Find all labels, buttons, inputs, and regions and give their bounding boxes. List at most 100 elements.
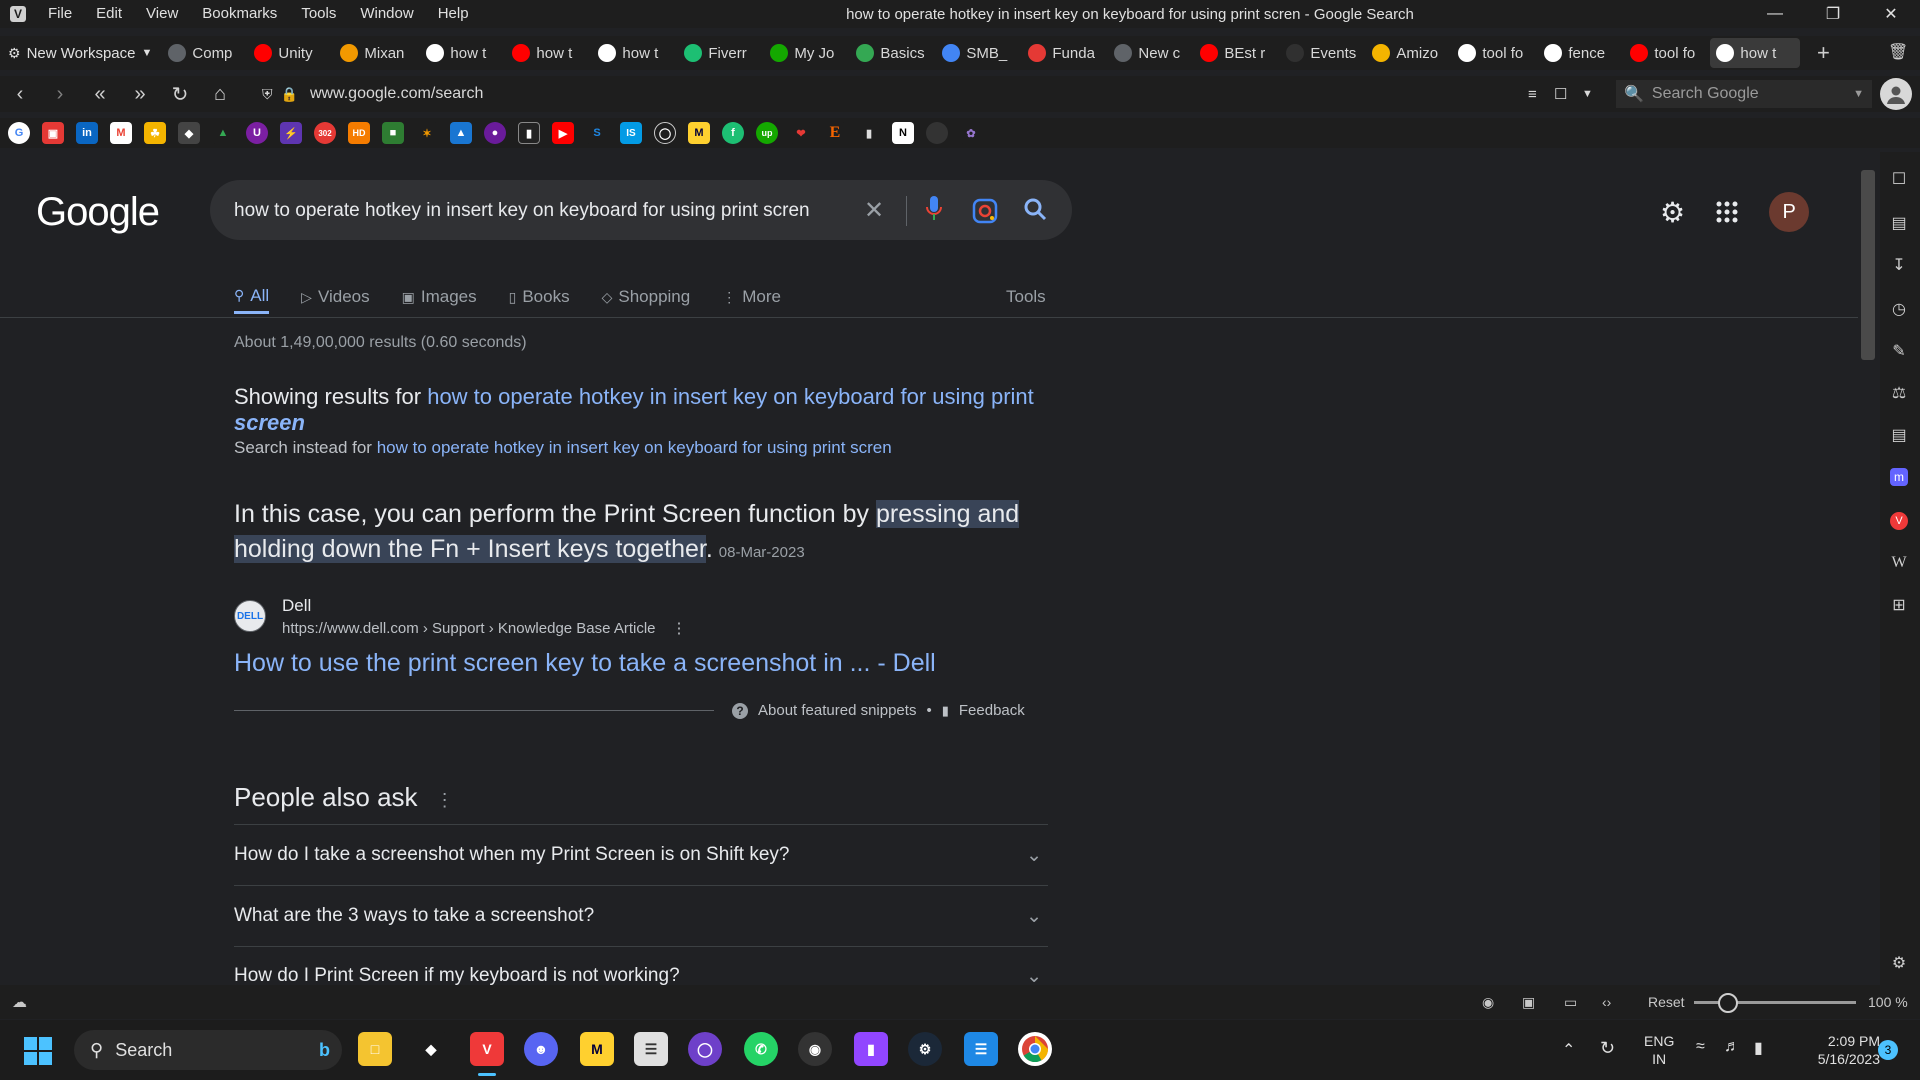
- restore-button[interactable]: ❐: [1804, 0, 1862, 28]
- translate-icon[interactable]: ⚖: [1886, 380, 1912, 406]
- layers-app-icon[interactable]: ☰: [634, 1032, 668, 1066]
- bookmark-hd-icon[interactable]: HD: [348, 122, 370, 144]
- add-panel-icon[interactable]: ⊞: [1886, 592, 1912, 618]
- shield-icon[interactable]: ⛨: [262, 86, 273, 103]
- bookmark-shield-icon[interactable]: ☘: [144, 122, 166, 144]
- search-input[interactable]: how to operate hotkey in insert key on k…: [210, 180, 1072, 240]
- bookmark-drive-icon[interactable]: ▲: [212, 122, 234, 144]
- bookmark-green-icon[interactable]: ■: [382, 122, 404, 144]
- obs-icon[interactable]: ◉: [798, 1032, 832, 1066]
- bookmark-s-icon[interactable]: S: [586, 122, 608, 144]
- downloads-icon[interactable]: ↧: [1886, 252, 1912, 278]
- microphone-icon[interactable]: [924, 194, 944, 224]
- reload-button[interactable]: ↻: [160, 76, 200, 112]
- scrollbar-thumb[interactable]: [1861, 170, 1875, 360]
- wifi-icon[interactable]: ≈: [1696, 1038, 1705, 1056]
- bookmark-heart-icon[interactable]: ❤: [790, 122, 812, 144]
- tiling-icon[interactable]: ▭: [1564, 994, 1577, 1011]
- zoom-slider-thumb[interactable]: [1718, 993, 1738, 1013]
- browser-tab[interactable]: tool fo: [1452, 38, 1536, 68]
- bookmark-github-icon[interactable]: ◯: [654, 122, 676, 144]
- about-snippets-link[interactable]: About featured snippets: [758, 702, 916, 719]
- sync-cloud-icon[interactable]: ☁: [12, 993, 27, 1011]
- vivaldi-icon[interactable]: V: [1886, 508, 1912, 534]
- bookmark-flower-icon[interactable]: ✿: [960, 122, 982, 144]
- minimize-button[interactable]: —: [1746, 0, 1804, 28]
- clear-icon[interactable]: ✕: [864, 196, 884, 225]
- browser-tab[interactable]: BEst r: [1194, 38, 1278, 68]
- paa-question[interactable]: How do I Print Screen if my keyboard is …: [234, 946, 1048, 987]
- chrome-icon[interactable]: [1018, 1032, 1052, 1066]
- browser-search-field[interactable]: 🔍 Search Google ▼: [1616, 80, 1872, 108]
- bookmark-google-icon[interactable]: G: [8, 122, 30, 144]
- bookmark-dark-icon[interactable]: [926, 122, 948, 144]
- vivaldi-taskbar-icon[interactable]: V: [470, 1032, 504, 1066]
- browser-tab[interactable]: Unity: [248, 38, 332, 68]
- browser-tab[interactable]: Funda: [1022, 38, 1106, 68]
- menu-view[interactable]: View: [134, 0, 190, 28]
- browser-tab[interactable]: how t: [420, 38, 504, 68]
- settings-gear-icon[interactable]: ⚙: [1660, 196, 1685, 229]
- browser-tab[interactable]: how t: [506, 38, 590, 68]
- wikipedia-icon[interactable]: W: [1886, 550, 1912, 576]
- chevron-down-icon[interactable]: ⌄: [1026, 844, 1042, 867]
- sync-icon[interactable]: ↻: [1600, 1038, 1615, 1059]
- reader-view-icon[interactable]: ≡: [1528, 86, 1537, 103]
- workspace-selector[interactable]: ⚙ New Workspace ▼: [0, 36, 162, 70]
- trash-icon[interactable]: 🗑: [1888, 42, 1908, 62]
- fast-forward-button[interactable]: »: [120, 76, 160, 112]
- browser-tab[interactable]: Mixan: [334, 38, 418, 68]
- volume-icon[interactable]: ♬: [1724, 1038, 1740, 1056]
- bookmark-unity-icon[interactable]: ◆: [178, 122, 200, 144]
- search-icon[interactable]: [1022, 196, 1048, 222]
- tab-images[interactable]: ▣ Images: [402, 280, 477, 314]
- whatsapp-icon[interactable]: ✆: [744, 1032, 778, 1066]
- screenshot-icon[interactable]: ◉: [1482, 994, 1494, 1011]
- google-logo[interactable]: Google: [36, 190, 160, 235]
- taskbar-search[interactable]: ⚲ Search b: [74, 1030, 342, 1070]
- tab-tools[interactable]: Tools: [1006, 280, 1046, 314]
- bookmark-fiverr-icon[interactable]: f: [722, 122, 744, 144]
- menu-edit[interactable]: Edit: [84, 0, 134, 28]
- source-name[interactable]: Dell: [282, 596, 311, 616]
- browser-tab[interactable]: Fiverr: [678, 38, 762, 68]
- tab-more[interactable]: ⋮ More: [722, 280, 781, 314]
- github-desktop-icon[interactable]: ◯: [688, 1032, 722, 1066]
- paa-question-text[interactable]: How do I take a screenshot when my Print…: [234, 844, 790, 866]
- more-vertical-icon[interactable]: ⋮: [672, 620, 687, 637]
- discord-icon[interactable]: ☻: [524, 1032, 558, 1066]
- address-bar[interactable]: ⛨ 🔒 www.google.com/search ≡ ☐ ▼: [262, 76, 1610, 112]
- bookmark-linkedin-icon[interactable]: in: [76, 122, 98, 144]
- browser-tab[interactable]: New c: [1108, 38, 1192, 68]
- bookmark-gmail-icon[interactable]: M: [110, 122, 132, 144]
- bookmark-etsy-icon[interactable]: E: [824, 122, 846, 144]
- paa-question[interactable]: How do I take a screenshot when my Print…: [234, 824, 1048, 885]
- chevron-down-icon[interactable]: ▼: [1853, 88, 1864, 100]
- browser-tab[interactable]: how t: [592, 38, 676, 68]
- paa-question-text[interactable]: What are the 3 ways to take a screenshot…: [234, 905, 594, 927]
- notes-icon[interactable]: ✎: [1886, 338, 1912, 364]
- apps-grid-icon[interactable]: [1715, 200, 1739, 224]
- source-url-text[interactable]: https://www.dell.com › Support › Knowled…: [282, 620, 656, 637]
- bookmark-circle-icon[interactable]: ●: [484, 122, 506, 144]
- search-query-text[interactable]: how to operate hotkey in insert key on k…: [234, 200, 810, 222]
- avatar[interactable]: P: [1769, 192, 1810, 232]
- original-query-link[interactable]: how to operate hotkey in insert key on k…: [377, 438, 892, 457]
- paa-question-text[interactable]: How do I Print Screen if my keyboard is …: [234, 965, 680, 987]
- windows-start-icon[interactable]: [24, 1037, 52, 1065]
- corrected-word[interactable]: screen: [234, 410, 305, 435]
- bookmark-calendar-icon[interactable]: ▣: [42, 122, 64, 144]
- result-source[interactable]: DELL Dell https://www.dell.com › Support…: [234, 594, 1064, 640]
- language-indicator[interactable]: ENG IN: [1644, 1032, 1674, 1068]
- result-title-link[interactable]: How to use the print screen key to take …: [234, 649, 936, 678]
- bookmark-youtube-icon[interactable]: ▶: [552, 122, 574, 144]
- bookmark-miro-icon[interactable]: M: [688, 122, 710, 144]
- bookmark-upwork-icon[interactable]: up: [756, 122, 778, 144]
- bookmark-phone-icon[interactable]: ▮: [518, 122, 540, 144]
- menu-bookmarks[interactable]: Bookmarks: [190, 0, 289, 28]
- bookmark-bolt-icon[interactable]: ⚡: [280, 122, 302, 144]
- bookmark-icon[interactable]: ☐: [1554, 85, 1567, 103]
- unity-hub-icon[interactable]: ◆: [414, 1032, 448, 1066]
- lens-icon[interactable]: [972, 198, 998, 224]
- clock[interactable]: 2:09 PM 5/16/2023: [1790, 1032, 1880, 1068]
